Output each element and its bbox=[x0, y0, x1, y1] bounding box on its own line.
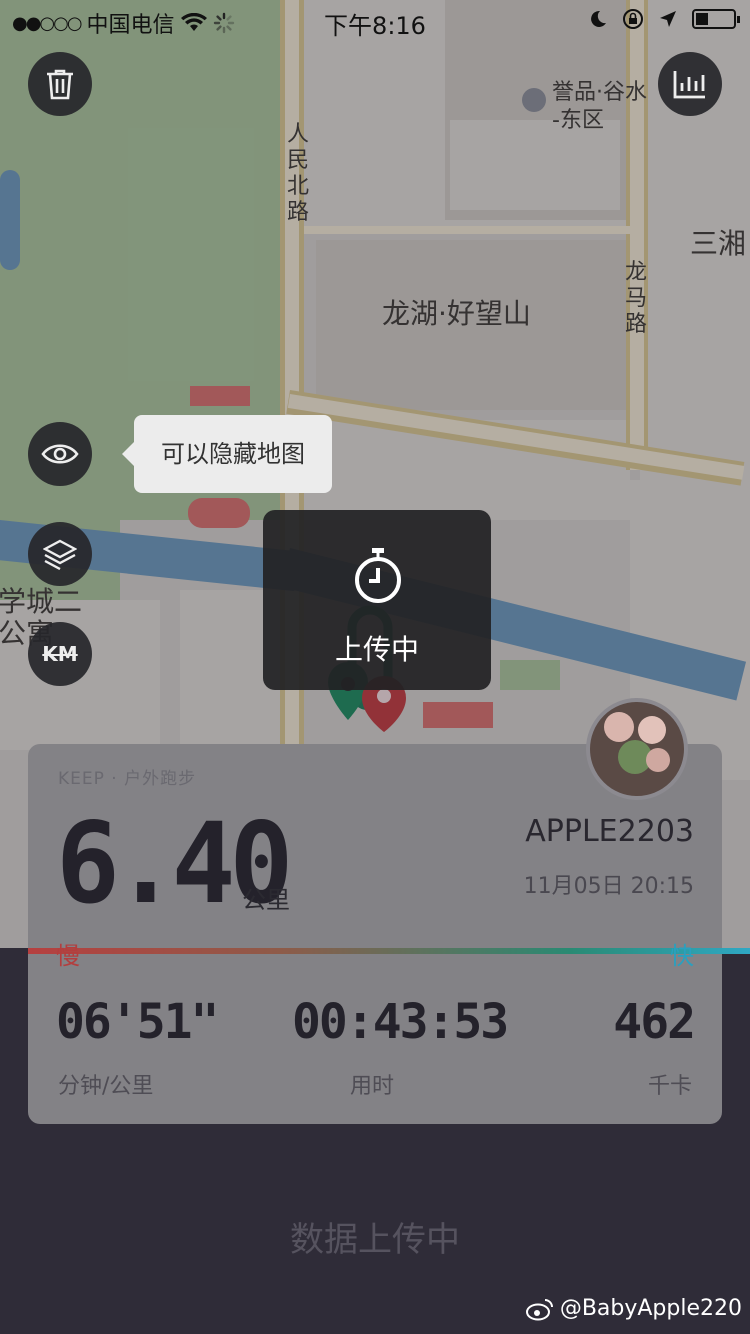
orientation-lock-icon bbox=[623, 9, 643, 29]
duration-label: 用时 bbox=[350, 1074, 395, 1099]
eye-icon bbox=[41, 444, 79, 464]
stats-button[interactable] bbox=[658, 52, 722, 116]
duration-value: 00:43:53 bbox=[292, 994, 509, 1050]
toggle-map-visibility-button[interactable] bbox=[28, 422, 92, 486]
location-arrow-icon bbox=[660, 11, 676, 27]
calories-label: 千卡 bbox=[647, 1074, 692, 1099]
status-bar: ●●○○○ 中国电信 下午8:16 bbox=[0, 0, 750, 40]
trash-icon bbox=[47, 69, 73, 100]
pace-value: 06'51" bbox=[56, 994, 219, 1050]
map-layers-button[interactable] bbox=[28, 522, 92, 586]
weibo-icon bbox=[525, 1298, 553, 1320]
toast-text: 上传中 bbox=[334, 633, 419, 666]
run-datetime: 11月05日 20:15 bbox=[523, 874, 694, 899]
upload-toast: 上传中 bbox=[263, 510, 491, 690]
watermark-text: @BabyApple220 bbox=[559, 1296, 742, 1321]
stopwatch-icon bbox=[355, 548, 401, 603]
bar-chart-icon bbox=[673, 71, 705, 99]
upload-status-text: 数据上传中 bbox=[290, 1220, 460, 1260]
username: APPLE2203 bbox=[525, 814, 694, 849]
battery-icon bbox=[692, 9, 740, 29]
run-summary-card: KEEP · 户外跑步 6.40 公里 APPLE2203 11月05日 20:… bbox=[28, 744, 722, 1124]
pace-fast-label: 快 bbox=[670, 942, 694, 970]
pace-slow-label: 慢 bbox=[56, 942, 80, 970]
km-markers-button[interactable]: KM bbox=[28, 622, 92, 686]
km-label: KM bbox=[42, 642, 78, 666]
watermark: @BabyApple220 bbox=[525, 1296, 742, 1321]
hide-map-tooltip: 可以隐藏地图 bbox=[122, 415, 332, 493]
do-not-disturb-icon bbox=[591, 10, 606, 27]
pace-gradient-bar bbox=[28, 948, 750, 954]
avatar[interactable] bbox=[586, 698, 688, 800]
activity-source: KEEP · 户外跑步 bbox=[58, 769, 197, 789]
app-screen: 誉品·谷水 -东区 人民北路 龙湖·好望山 龙马路 三湘 学城二 公寓 ●●○○… bbox=[0, 0, 750, 1334]
delete-button[interactable] bbox=[28, 52, 92, 116]
layers-icon bbox=[43, 539, 77, 570]
distance-unit: 公里 bbox=[242, 886, 290, 914]
calories-value: 462 bbox=[613, 994, 696, 1050]
pace-label: 分钟/公里 bbox=[58, 1074, 154, 1099]
